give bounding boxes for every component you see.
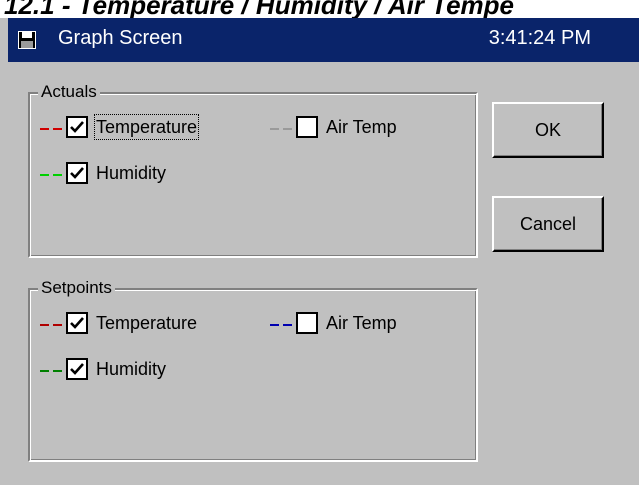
actuals-groupbox: Actuals Temperature Air Temp Humidity	[28, 82, 478, 258]
graph-screen-window: Graph Screen 3:41:24 PM Actuals Temperat…	[0, 18, 639, 485]
actuals-airtemp-option[interactable]: Air Temp	[270, 116, 470, 142]
actuals-humidity-checkbox[interactable]	[66, 162, 88, 184]
window-title: Graph Screen	[58, 27, 183, 49]
actuals-airtemp-label[interactable]: Air Temp	[326, 116, 397, 138]
setpoints-temperature-checkbox[interactable]	[66, 312, 88, 334]
checkmark-icon	[70, 121, 84, 133]
cancel-button[interactable]: Cancel	[492, 196, 604, 252]
checkmark-icon	[70, 363, 84, 375]
actuals-humidity-label[interactable]: Humidity	[96, 162, 166, 184]
setpoints-humidity-label[interactable]: Humidity	[96, 358, 166, 380]
setpoints-humidity-option[interactable]: Humidity	[40, 358, 250, 384]
setpoints-temperature-label[interactable]: Temperature	[96, 312, 197, 334]
floppy-disk-icon	[18, 31, 36, 49]
ok-button[interactable]: OK	[492, 102, 604, 158]
actuals-temperature-checkbox[interactable]	[66, 116, 88, 138]
line-color-swatch	[270, 128, 292, 130]
actuals-temperature-label[interactable]: Temperature	[93, 114, 200, 140]
title-bar: Graph Screen 3:41:24 PM	[8, 18, 639, 62]
line-color-swatch	[40, 128, 62, 130]
checkmark-icon	[70, 317, 84, 329]
document-heading: 12.1 - Temperature / Humidity / Air Temp…	[4, 0, 515, 18]
setpoints-group-label: Setpoints	[38, 278, 115, 298]
line-color-swatch	[270, 324, 292, 326]
actuals-group-label: Actuals	[38, 82, 100, 102]
setpoints-humidity-checkbox[interactable]	[66, 358, 88, 380]
actuals-humidity-option[interactable]: Humidity	[40, 162, 250, 188]
actuals-airtemp-checkbox[interactable]	[296, 116, 318, 138]
clock-display: 3:41:24 PM	[488, 27, 591, 49]
line-color-swatch	[40, 370, 62, 372]
line-color-swatch	[40, 174, 62, 176]
setpoints-airtemp-checkbox[interactable]	[296, 312, 318, 334]
setpoints-groupbox: Setpoints Temperature Air Temp Humidity	[28, 278, 478, 462]
setpoints-airtemp-option[interactable]: Air Temp	[270, 312, 470, 338]
dialog-client-area: Actuals Temperature Air Temp Humidity Se…	[8, 62, 639, 485]
checkmark-icon	[70, 167, 84, 179]
setpoints-airtemp-label[interactable]: Air Temp	[326, 312, 397, 334]
actuals-temperature-option[interactable]: Temperature	[40, 114, 250, 142]
line-color-swatch	[40, 324, 62, 326]
setpoints-temperature-option[interactable]: Temperature	[40, 312, 250, 338]
